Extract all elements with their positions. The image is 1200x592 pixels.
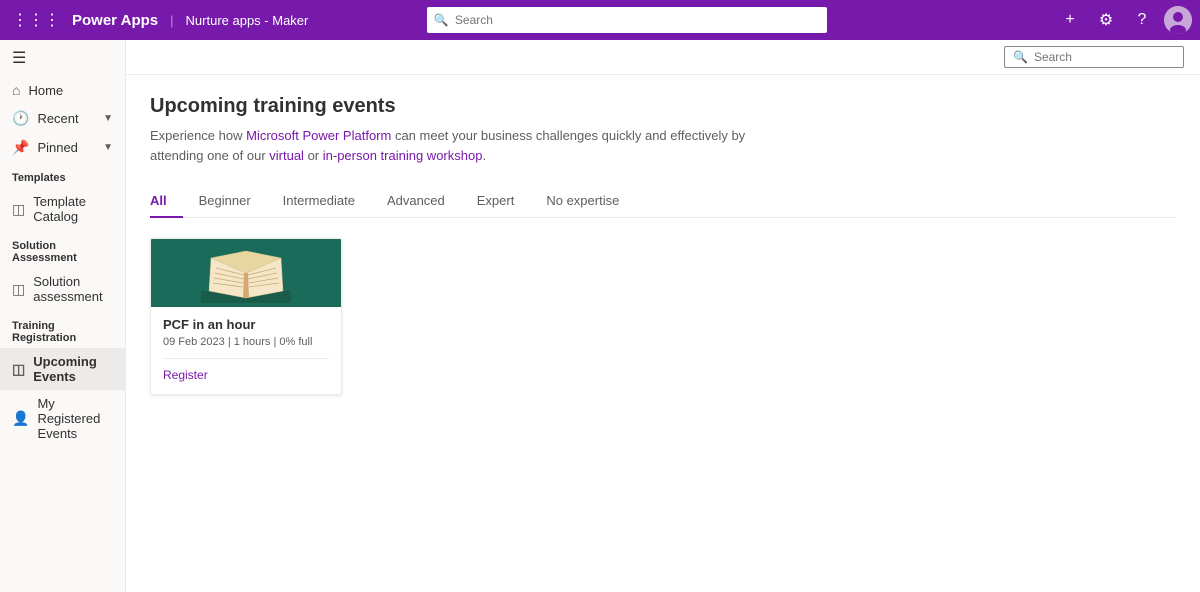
top-search-icon: 🔍 (434, 13, 449, 27)
sidebar-item-home-label: Home (28, 83, 113, 98)
pin-icon: 📌 (12, 139, 29, 156)
solution-assessment-section-header: Solution Assessment (0, 230, 125, 268)
sidebar-item-recent-label: Recent (37, 111, 95, 126)
solution-assessment-icon: ◫ (12, 281, 25, 298)
top-nav-actions: + ⚙ ? (1056, 6, 1192, 34)
filter-tabs: All Beginner Intermediate Advanced Exper… (150, 185, 1176, 218)
chevron-down-icon-pinned: ▼ (103, 142, 113, 153)
nav-divider: | (170, 13, 173, 28)
sidebar-item-pinned-label: Pinned (37, 140, 95, 155)
content-area: 🔍 Upcoming training events Experience ho… (126, 40, 1200, 592)
upcoming-events-icon: ◫ (12, 361, 25, 378)
sidebar-item-pinned[interactable]: 📌 Pinned ▼ (0, 133, 125, 162)
events-grid: PCF in an hour 09 Feb 2023 | 1 hours | 0… (150, 238, 1176, 395)
top-search-box: 🔍 (427, 7, 827, 33)
add-button[interactable]: + (1056, 6, 1084, 34)
page-content: Upcoming training events Experience how … (126, 75, 1200, 592)
event-card-meta: 09 Feb 2023 | 1 hours | 0% full (163, 336, 329, 348)
sidebar-item-recent[interactable]: 🕐 Recent ▼ (0, 104, 125, 133)
event-card-image (151, 239, 341, 307)
secondary-search-box: 🔍 (1004, 46, 1184, 68)
user-avatar[interactable] (1164, 6, 1192, 34)
sidebar-item-template-catalog-label: Template Catalog (33, 194, 113, 224)
tab-expert[interactable]: Expert (461, 185, 531, 218)
chevron-down-icon: ▼ (103, 113, 113, 124)
event-card-title: PCF in an hour (163, 317, 329, 332)
top-nav: ⋮⋮⋮ Power Apps | Nurture apps - Maker 🔍 … (0, 0, 1200, 40)
app-name: Nurture apps - Maker (186, 13, 309, 28)
template-catalog-icon: ◫ (12, 201, 25, 218)
power-platform-link[interactable]: Microsoft Power Platform (246, 128, 391, 143)
tab-intermediate[interactable]: Intermediate (267, 185, 371, 218)
page-description: Experience how Microsoft Power Platform … (150, 126, 770, 165)
sidebar-item-my-registered-events[interactable]: 👤 My Registered Events (0, 390, 125, 447)
virtual-link[interactable]: virtual (269, 148, 304, 163)
secondary-search-input[interactable] (1034, 50, 1175, 64)
person-icon: 👤 (12, 410, 29, 427)
sidebar: ☰ ⌂ Home 🕐 Recent ▼ 📌 Pinned ▼ Templates… (0, 40, 126, 592)
sidebar-item-solution-assessment-label: Solution assessment (33, 274, 113, 304)
top-search-input[interactable] (427, 7, 827, 33)
sidebar-item-solution-assessment[interactable]: ◫ Solution assessment (0, 268, 125, 310)
brand-name: Power Apps (72, 12, 158, 29)
settings-button[interactable]: ⚙ (1092, 6, 1120, 34)
tab-advanced[interactable]: Advanced (371, 185, 461, 218)
help-button[interactable]: ? (1128, 6, 1156, 34)
in-person-link[interactable]: in-person training workshop (323, 148, 483, 163)
templates-section-header: Templates (0, 162, 125, 188)
tab-all[interactable]: All (150, 185, 183, 218)
event-card: PCF in an hour 09 Feb 2023 | 1 hours | 0… (150, 238, 342, 395)
sidebar-item-upcoming-events[interactable]: ◫ Upcoming Events (0, 348, 125, 390)
home-icon: ⌂ (12, 82, 20, 98)
secondary-search-icon: 🔍 (1013, 50, 1028, 64)
training-registration-section-header: Training Registration (0, 310, 125, 348)
secondary-toolbar: 🔍 (126, 40, 1200, 75)
tab-no-expertise[interactable]: No expertise (530, 185, 635, 218)
register-link[interactable]: Register (163, 368, 208, 382)
event-card-divider (163, 358, 329, 359)
grid-icon[interactable]: ⋮⋮⋮ (8, 6, 64, 34)
page-title: Upcoming training events (150, 95, 1176, 118)
sidebar-toggle[interactable]: ☰ (0, 40, 125, 76)
sidebar-item-template-catalog[interactable]: ◫ Template Catalog (0, 188, 125, 230)
clock-icon: 🕐 (12, 110, 29, 127)
tab-beginner[interactable]: Beginner (183, 185, 267, 218)
event-card-body: PCF in an hour 09 Feb 2023 | 1 hours | 0… (151, 307, 341, 394)
sidebar-item-upcoming-events-label: Upcoming Events (33, 354, 113, 384)
sidebar-item-my-registered-events-label: My Registered Events (37, 396, 113, 441)
sidebar-item-home[interactable]: ⌂ Home (0, 76, 125, 104)
book-illustration (151, 239, 341, 307)
main-layout: ☰ ⌂ Home 🕐 Recent ▼ 📌 Pinned ▼ Templates… (0, 40, 1200, 592)
